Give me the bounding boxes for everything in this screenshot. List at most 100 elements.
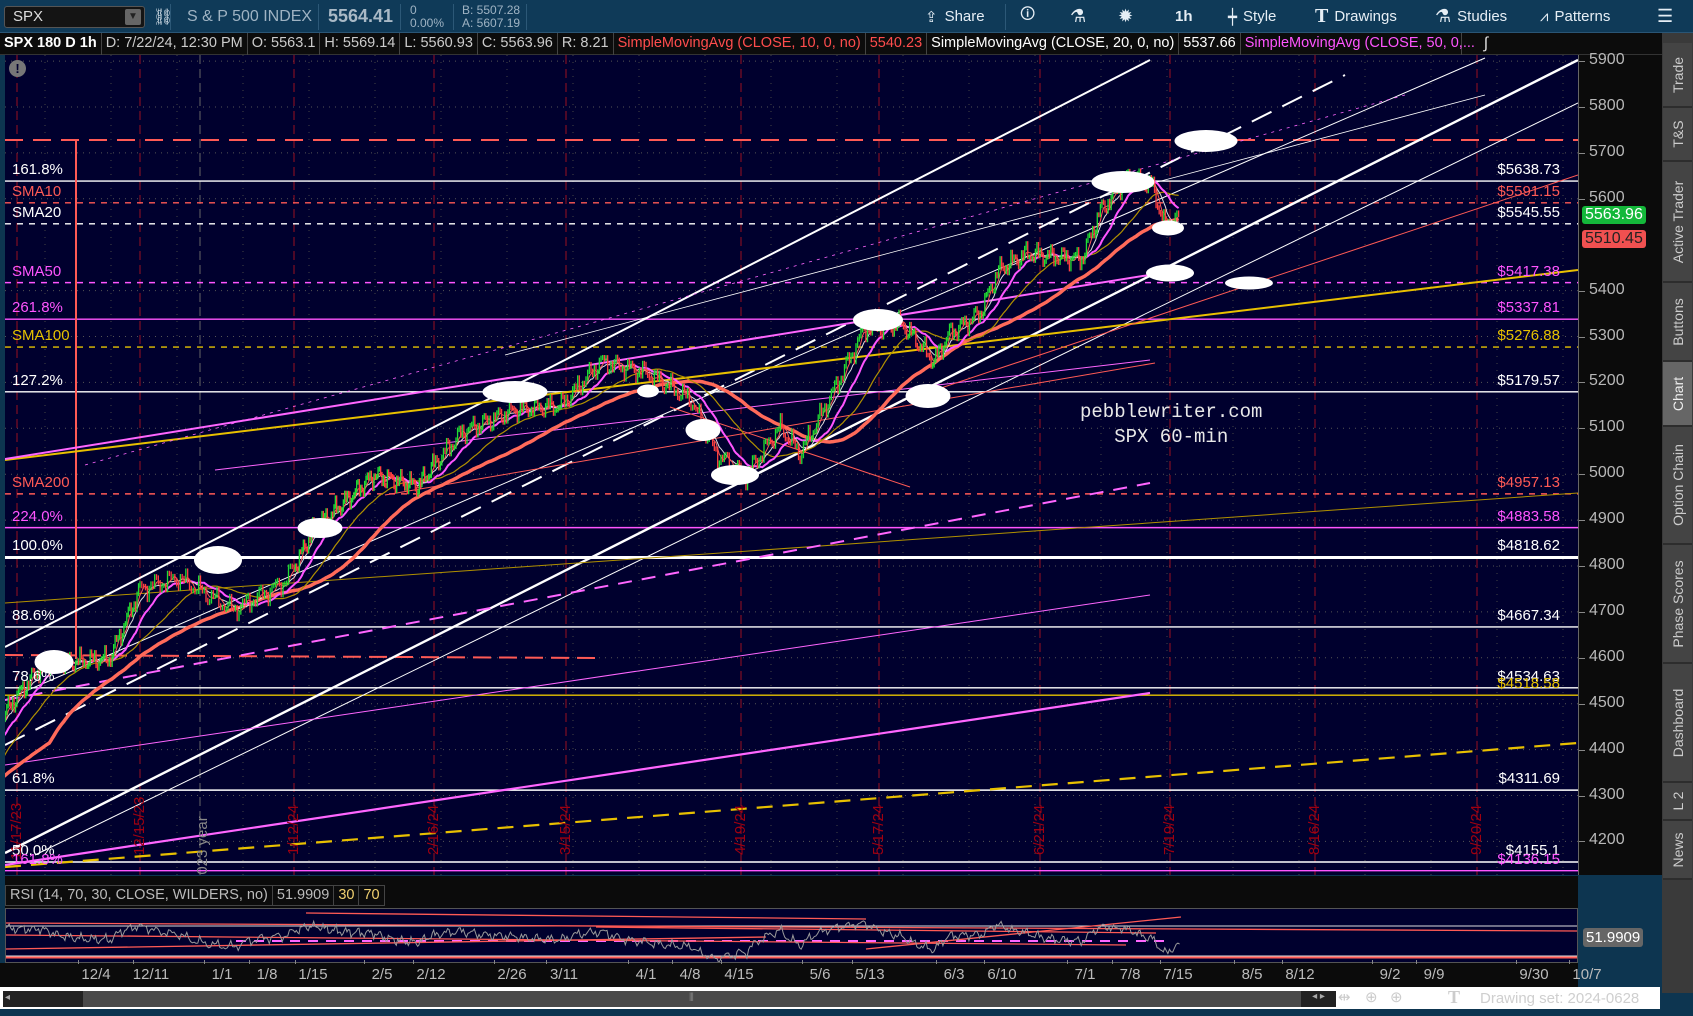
drawing-set-selector[interactable]: Drawing set: 2024-0628 (1480, 990, 1639, 1007)
tab-chart[interactable]: Chart (1663, 362, 1692, 427)
tab-buttons[interactable]: Buttons (1663, 283, 1692, 362)
time-tick-label: 6/3 (943, 966, 965, 983)
scrollbar-left-area[interactable] (3, 991, 83, 1007)
annotation-ellipse (1225, 276, 1273, 290)
zoom-icon[interactable]: ⊕ (1390, 988, 1403, 1006)
price-tick-mark (1579, 566, 1585, 567)
level-price-label: $4667.34 (1497, 606, 1560, 624)
chevron-down-icon[interactable]: ▼ (125, 9, 141, 25)
tab-label: T&S (1669, 120, 1686, 148)
price-tick-label: 4300 (1589, 785, 1625, 803)
price-tick-mark (1579, 841, 1585, 843)
time-tick-mark (546, 960, 547, 964)
rsi-trendline (6, 922, 1577, 932)
level-price-label: $5417.38 (1497, 262, 1560, 280)
bid-ask: B: 5507.28 A: 5607.19 (462, 0, 520, 33)
tab-trade[interactable]: Trade (1663, 43, 1692, 108)
price-tick-mark (1579, 611, 1585, 613)
annotation-ellipse (1152, 220, 1184, 236)
side-tabs: Trade T&S Active Trader Buttons Chart Option … (1662, 33, 1693, 993)
time-axis[interactable]: 12/4 12/11 1/1 1/8 1/15 2/5 2/12 2/26 3/11 4/1 4/8… (0, 960, 1602, 987)
level-price-label: $4518.58 (1497, 675, 1560, 693)
time-tick-label: 3/11 (549, 966, 579, 983)
rsi-label[interactable]: RSI (14, 70, 30, CLOSE, WILDERS, no) (5, 885, 273, 906)
patterns-button[interactable]: ⩘ Patterns (1540, 0, 1610, 33)
tab-option-chain[interactable]: Option Chain (1663, 427, 1692, 545)
share-button[interactable]: ⇪ Share (925, 0, 985, 33)
pan-icon[interactable]: ⇹ (1338, 988, 1351, 1006)
chart-header: SPX 180 D 1h D: 7/22/24, 12:30 PM O: 556… (0, 33, 1693, 55)
rsi-chart[interactable] (5, 908, 1578, 963)
date-marker-label: 5/17/24 (870, 804, 887, 855)
info-icon[interactable]: 🛈 (1020, 0, 1035, 33)
date-marker-label: 6/21/24 (1031, 804, 1048, 855)
tab-t-s[interactable]: T&S (1663, 108, 1692, 162)
time-tick-label: 1/15 (298, 966, 328, 983)
time-tick-mark (295, 960, 296, 964)
price-axis[interactable]: 5900 5800 5700 5600 5400 5300 5200 5100 5000 4900… (1578, 51, 1662, 875)
tab-news[interactable]: News (1663, 821, 1692, 880)
drawings-label: Drawings (1334, 8, 1397, 25)
style-label: Style (1243, 8, 1277, 25)
tab-l-2[interactable]: L 2 (1663, 783, 1692, 821)
time-tick-label: 2/5 (371, 966, 393, 983)
aggregation-button[interactable]: 1h (1175, 0, 1193, 33)
menu-icon[interactable]: ☰ (1657, 0, 1673, 33)
time-tick-mark (1112, 960, 1113, 964)
price-chart[interactable]: ! pebblewriter.com SPX 60-min 2023 year 1… (5, 55, 1578, 875)
level-fib-label: SMA100 (12, 327, 70, 345)
text-icon[interactable]: T (1448, 987, 1460, 1008)
tab-dashboard[interactable]: Dashboard (1663, 664, 1692, 783)
symbol-description: S & P 500 INDEX (187, 7, 313, 25)
level-fib-label: 261.8% (12, 299, 63, 317)
symbol-selector[interactable]: SPX ▼ (4, 6, 145, 28)
sma100-line (5, 191, 1179, 757)
time-tick-mark (1516, 960, 1517, 964)
drawings-button[interactable]: T Drawings (1315, 0, 1397, 33)
level-fib-label: 161.8% (12, 161, 63, 179)
horizontal-scrollbar[interactable]: ◂ ⦀ ◂ ▸ (3, 991, 1336, 1007)
price-tick-mark (1579, 474, 1585, 476)
annotation-ellipse (297, 518, 343, 538)
annotation-ellipse (853, 309, 903, 331)
tab-phase-scores[interactable]: Phase Scores (1663, 545, 1692, 664)
crosshair-icon[interactable]: ⊕ (1365, 988, 1378, 1006)
bar-open: O: 5563.1 (248, 33, 321, 55)
studies-button[interactable]: ⚗ Studies (1435, 0, 1507, 33)
price-tick-mark (1579, 795, 1585, 797)
rsi-trendline (305, 912, 867, 920)
toolbar: SPX ▼ ⛓ S & P 500 INDEX 5564.41 0 0.00% B:… (0, 0, 1693, 33)
price-tick-mark (1579, 290, 1585, 292)
study-sma10-value: 5540.23 (866, 33, 928, 55)
style-button[interactable]: ┿ Style (1228, 0, 1276, 33)
study-icon[interactable]: ∫ (1480, 33, 1492, 55)
study-sma10-label[interactable]: SimpleMovingAvg (CLOSE, 10, 0, no) (614, 33, 866, 55)
flask-icon[interactable]: ⚗ (1070, 0, 1086, 33)
study-sma50-label[interactable]: SimpleMovingAvg (CLOSE, 50, 0,... (1241, 33, 1475, 55)
time-tick-label: 8/12 (1285, 966, 1315, 983)
time-tick-label: 5/13 (855, 966, 885, 983)
bar-range: R: 8.21 (558, 33, 614, 55)
level-price-label: $5545.55 (1497, 203, 1560, 221)
annotation-ellipse (1091, 171, 1155, 193)
scroll-grip-icon[interactable]: ⦀ (689, 992, 694, 1005)
gear-icon[interactable]: ✹ (1118, 0, 1133, 33)
year-marker-label: 2023 year (194, 816, 211, 875)
time-tick-label: 7/8 (1119, 966, 1141, 983)
scroll-arrows[interactable]: ◂ ▸ (1301, 991, 1336, 1007)
level-fib-label: 88.6% (12, 606, 55, 624)
time-tick-label: 4/15 (724, 966, 754, 983)
scroll-left-icon[interactable]: ◂ (5, 992, 10, 1003)
date-marker-label: 3/15/24 (557, 804, 574, 855)
time-tick-mark (802, 960, 803, 964)
time-tick-label: 10/7 (1572, 966, 1602, 983)
price-tick-label: 5000 (1589, 464, 1625, 482)
study-sma20-label[interactable]: SimpleMovingAvg (CLOSE, 20, 0, no) (927, 33, 1180, 55)
price-tick-label: 4400 (1589, 739, 1625, 757)
tab-active-trader[interactable]: Active Trader (1663, 162, 1692, 283)
change-value: 0 (410, 2, 417, 17)
alert-icon[interactable]: ! (9, 60, 26, 77)
level-price-label: $4957.13 (1497, 473, 1560, 491)
time-tick-mark (494, 960, 495, 964)
time-tick-mark (721, 960, 722, 964)
